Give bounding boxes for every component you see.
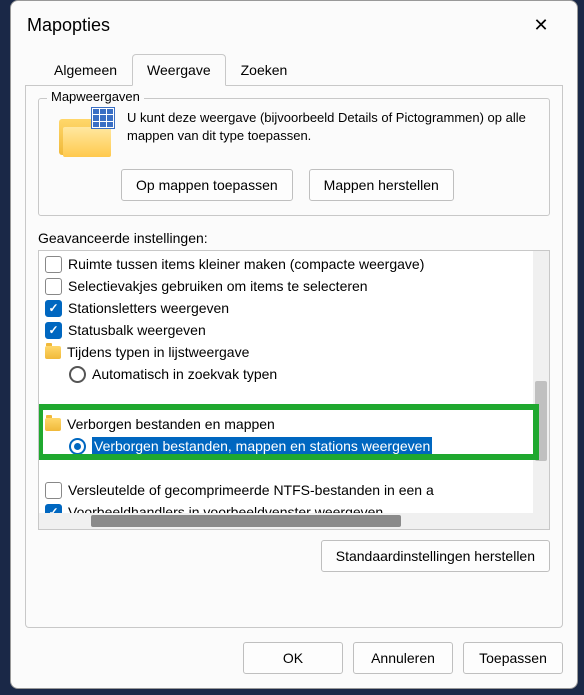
folder-views-group-title: Mapweergaven bbox=[47, 89, 144, 104]
radio-icon[interactable] bbox=[69, 366, 86, 383]
window-title: Mapopties bbox=[27, 15, 521, 36]
checkbox-icon[interactable] bbox=[45, 256, 62, 273]
tab-view[interactable]: Weergave bbox=[132, 54, 226, 86]
group-typing-in-listview[interactable]: Tijdens typen in lijstweergave bbox=[39, 341, 533, 363]
option-auto-type-search[interactable]: Automatisch in zoekvak typen bbox=[39, 363, 533, 385]
ok-button[interactable]: OK bbox=[243, 642, 343, 674]
checkbox-icon[interactable] bbox=[45, 504, 62, 514]
horizontal-scrollbar[interactable] bbox=[39, 513, 533, 529]
folder-icon bbox=[45, 346, 61, 359]
folder-views-description: U kunt deze weergave (bijvoorbeeld Detai… bbox=[127, 109, 537, 144]
tab-strip: Algemeen Weergave Zoeken bbox=[25, 53, 563, 86]
folder-views-icon bbox=[57, 109, 113, 157]
cancel-button[interactable]: Annuleren bbox=[353, 642, 453, 674]
tab-search[interactable]: Zoeken bbox=[226, 54, 303, 86]
group-hidden-files[interactable]: Verborgen bestanden en mappen bbox=[39, 413, 533, 435]
option-preview-handlers[interactable]: Voorbeeldhandlers in voorbeeldvenster we… bbox=[39, 501, 533, 513]
option-select-checkboxes[interactable]: Selectievakjes gebruiken om items te sel… bbox=[39, 275, 533, 297]
option-cut-off[interactable] bbox=[39, 457, 533, 479]
option-compact-view[interactable]: Ruimte tussen items kleiner maken (compa… bbox=[39, 253, 533, 275]
checkbox-icon[interactable] bbox=[45, 322, 62, 339]
radio-icon[interactable] bbox=[69, 438, 86, 455]
apply-button[interactable]: Toepassen bbox=[463, 642, 563, 674]
view-panel: Mapweergaven U kunt deze weergave (bijvo… bbox=[25, 86, 563, 628]
option-show-hidden-files[interactable]: Verborgen bestanden, mappen en stations … bbox=[39, 435, 533, 457]
option-ntfs-color[interactable]: Versleutelde of gecomprimeerde NTFS-best… bbox=[39, 479, 533, 501]
apply-to-folders-button[interactable]: Op mappen toepassen bbox=[121, 169, 293, 201]
restore-defaults-button[interactable]: Standaardinstellingen herstellen bbox=[321, 540, 550, 572]
checkbox-icon[interactable] bbox=[45, 482, 62, 499]
option-status-bar[interactable]: Statusbalk weergeven bbox=[39, 319, 533, 341]
folder-options-dialog: Mapopties ✕ Algemeen Weergave Zoeken Map… bbox=[10, 0, 578, 689]
vertical-scrollbar[interactable] bbox=[533, 251, 549, 513]
titlebar: Mapopties ✕ bbox=[11, 1, 577, 49]
advanced-settings-tree: Ruimte tussen items kleiner maken (compa… bbox=[38, 250, 550, 530]
checkbox-icon[interactable] bbox=[45, 278, 62, 295]
folder-views-group: Mapweergaven U kunt deze weergave (bijvo… bbox=[38, 98, 550, 216]
checkbox-icon[interactable] bbox=[45, 300, 62, 317]
tab-general[interactable]: Algemeen bbox=[39, 54, 132, 86]
reset-folders-button[interactable]: Mappen herstellen bbox=[309, 169, 454, 201]
close-icon[interactable]: ✕ bbox=[521, 5, 561, 45]
dialog-button-row: OK Annuleren Toepassen bbox=[11, 628, 577, 688]
option-drive-letters[interactable]: Stationsletters weergeven bbox=[39, 297, 533, 319]
folder-icon bbox=[45, 418, 61, 431]
advanced-settings-label: Geavanceerde instellingen: bbox=[38, 230, 550, 246]
